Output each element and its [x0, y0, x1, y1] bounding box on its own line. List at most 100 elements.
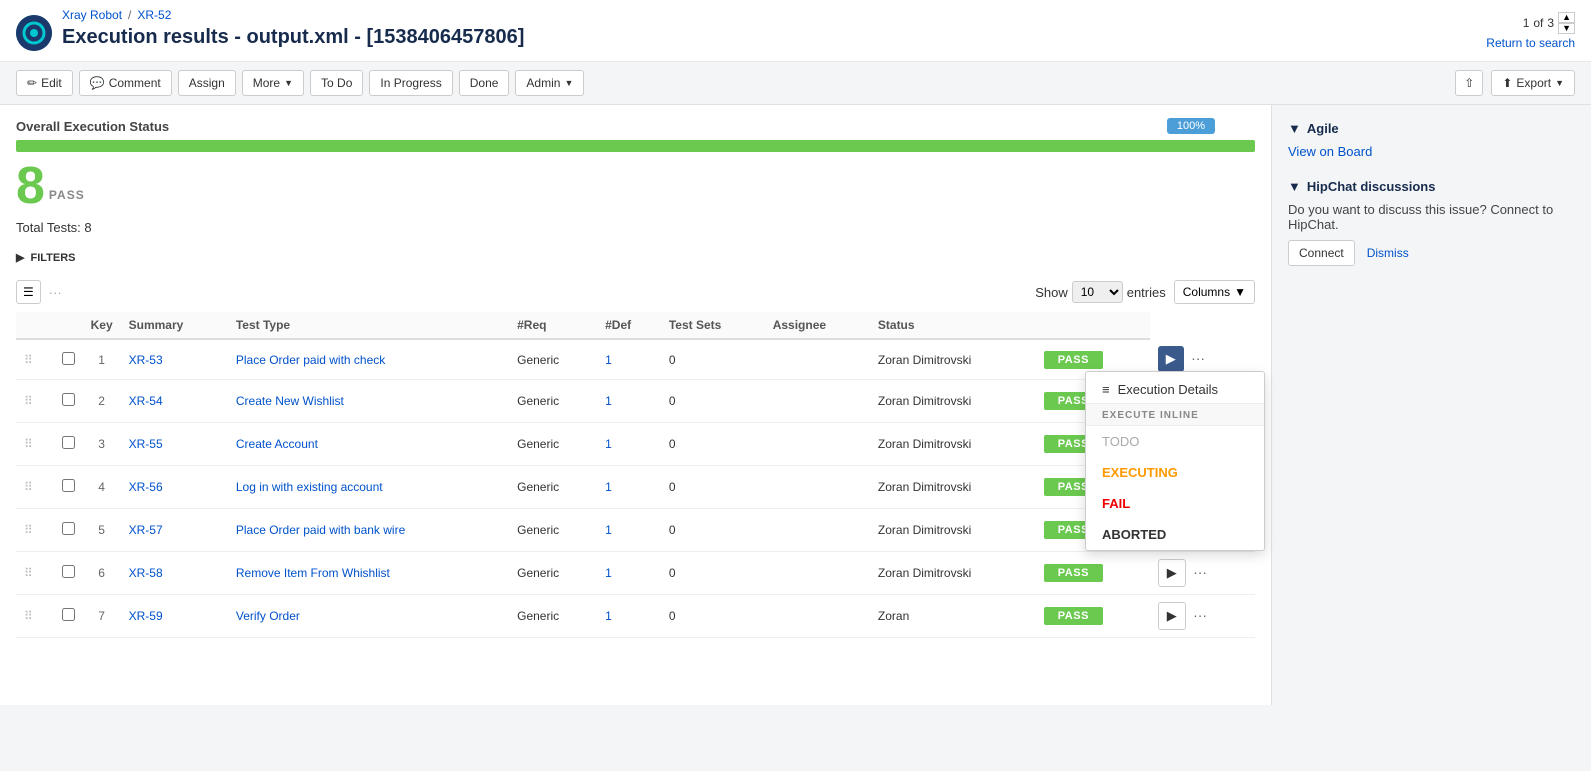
table-row: ⠿ 4 XR-56 Log in with existing account G… — [16, 466, 1255, 509]
status-badge: PASS — [1044, 607, 1103, 625]
execute-button[interactable]: ▶ — [1158, 559, 1186, 587]
summary-link[interactable]: Create Account — [236, 437, 318, 451]
row-checkbox[interactable] — [62, 393, 75, 406]
drag-handle[interactable]: ⠿ — [16, 339, 54, 380]
row-num: 5 — [83, 509, 121, 552]
execute-button[interactable]: ▶ — [1158, 346, 1184, 372]
in-progress-button[interactable]: In Progress — [369, 70, 452, 96]
assignee: Zoran Dimitrovski — [870, 423, 1036, 466]
row-checkbox[interactable] — [62, 436, 75, 449]
test-type: Generic — [509, 339, 597, 380]
share-icon: ⇧ — [1464, 76, 1474, 90]
more-actions-button[interactable]: ··· — [1187, 350, 1209, 366]
drag-handle[interactable]: ⠿ — [16, 595, 54, 638]
view-on-board-link[interactable]: View on Board — [1288, 144, 1372, 159]
executing-item[interactable]: EXECUTING — [1086, 457, 1264, 488]
hipchat-collapse-icon: ▼ — [1288, 179, 1301, 194]
req-link[interactable]: 1 — [605, 566, 612, 580]
comment-button[interactable]: 💬 Comment — [79, 70, 172, 96]
req-link[interactable]: 1 — [605, 437, 612, 451]
row-checkbox[interactable] — [62, 565, 75, 578]
return-to-search-link[interactable]: Return to search — [1486, 36, 1575, 50]
pagination-up[interactable]: ▲ — [1558, 12, 1575, 23]
row-checkbox[interactable] — [62, 479, 75, 492]
progress-track — [16, 140, 1255, 152]
aborted-item[interactable]: ABORTED — [1086, 519, 1264, 550]
execute-button[interactable]: ▶ — [1158, 602, 1186, 630]
req-link[interactable]: 1 — [605, 609, 612, 623]
key-link[interactable]: XR-55 — [129, 437, 163, 451]
req-link[interactable]: 1 — [605, 394, 612, 408]
edit-button[interactable]: ✏ Edit — [16, 70, 73, 96]
assignee: Zoran Dimitrovski — [870, 509, 1036, 552]
pagination-down[interactable]: ▼ — [1558, 23, 1575, 34]
row-checkbox[interactable] — [62, 608, 75, 621]
table-row: ⠿ 6 XR-58 Remove Item From Whishlist Gen… — [16, 552, 1255, 595]
summary-link[interactable]: Place Order paid with bank wire — [236, 523, 405, 537]
test-type: Generic — [509, 380, 597, 423]
todo-button[interactable]: To Do — [310, 70, 363, 96]
row-checkbox[interactable] — [62, 352, 75, 365]
admin-caret-icon: ▼ — [564, 78, 573, 88]
summary-link[interactable]: Create New Wishlist — [236, 394, 344, 408]
assignee: Zoran Dimitrovski — [870, 466, 1036, 509]
req-link[interactable]: 1 — [605, 523, 612, 537]
drag-handle[interactable]: ⠿ — [16, 466, 54, 509]
key-link[interactable]: XR-53 — [129, 353, 163, 367]
fail-item[interactable]: FAIL — [1086, 488, 1264, 519]
row-num: 7 — [83, 595, 121, 638]
execution-details-item[interactable]: ≡ Execution Details — [1086, 372, 1264, 404]
table-view-button[interactable]: ☰ — [16, 280, 41, 304]
row-num: 4 — [83, 466, 121, 509]
total-tests: Total Tests: 8 — [16, 220, 1255, 235]
drag-handle[interactable]: ⠿ — [16, 423, 54, 466]
filters-label: FILTERS — [30, 252, 75, 264]
drag-handle[interactable]: ⠿ — [16, 380, 54, 423]
key-link[interactable]: XR-58 — [129, 566, 163, 580]
columns-button[interactable]: Columns ▼ — [1174, 280, 1255, 304]
export-button[interactable]: ⬆ Export ▼ — [1491, 70, 1575, 96]
col-key: Key — [83, 312, 121, 339]
connect-button[interactable]: Connect — [1288, 240, 1355, 266]
summary-link[interactable]: Verify Order — [236, 609, 300, 623]
key-link[interactable]: XR-56 — [129, 480, 163, 494]
summary-link[interactable]: Place Order paid with check — [236, 353, 385, 367]
share-button[interactable]: ⇧ — [1455, 70, 1483, 96]
todo-item[interactable]: TODO — [1086, 426, 1264, 457]
sidebar: ▼ Agile View on Board ▼ HipChat discussi… — [1271, 105, 1591, 705]
drag-handle[interactable]: ⠿ — [16, 552, 54, 595]
breadcrumb-current[interactable]: XR-52 — [137, 8, 171, 22]
def-count: 0 — [661, 552, 765, 595]
key-link[interactable]: XR-57 — [129, 523, 163, 537]
dismiss-button[interactable]: Dismiss — [1363, 240, 1413, 266]
pass-count: 8 — [16, 160, 45, 212]
assign-button[interactable]: Assign — [178, 70, 236, 96]
key-link[interactable]: XR-54 — [129, 394, 163, 408]
more-button[interactable]: More ▼ — [242, 70, 304, 96]
execution-status-label: Overall Execution Status — [16, 119, 1255, 134]
row-checkbox[interactable] — [62, 522, 75, 535]
admin-button[interactable]: Admin ▼ — [515, 70, 584, 96]
drag-handle[interactable]: ⠿ — [16, 509, 54, 552]
agile-title[interactable]: ▼ Agile — [1288, 121, 1575, 136]
hipchat-title[interactable]: ▼ HipChat discussions — [1288, 179, 1575, 194]
entries-select[interactable]: 10 25 50 100 — [1072, 281, 1123, 303]
more-actions-button[interactable]: ··· — [1189, 564, 1211, 580]
col-actions — [1036, 312, 1150, 339]
app-logo[interactable] — [16, 15, 52, 51]
more-actions-button[interactable]: ··· — [1189, 607, 1211, 623]
key-link[interactable]: XR-59 — [129, 609, 163, 623]
test-sets — [765, 552, 870, 595]
execute-inline-label: EXECUTE INLINE — [1086, 404, 1264, 426]
test-sets — [765, 466, 870, 509]
show-entries: Show 10 25 50 100 entries — [1035, 281, 1166, 303]
breadcrumb-parent[interactable]: Xray Robot — [62, 8, 122, 22]
summary-link[interactable]: Log in with existing account — [236, 480, 383, 494]
pass-label: PASS — [49, 188, 85, 202]
filters-row[interactable]: ▶ FILTERS — [16, 243, 1255, 272]
summary-link[interactable]: Remove Item From Whishlist — [236, 566, 390, 580]
done-button[interactable]: Done — [459, 70, 510, 96]
req-link[interactable]: 1 — [605, 480, 612, 494]
pagination-arrows[interactable]: ▲ ▼ — [1558, 12, 1575, 34]
req-link[interactable]: 1 — [605, 353, 612, 367]
